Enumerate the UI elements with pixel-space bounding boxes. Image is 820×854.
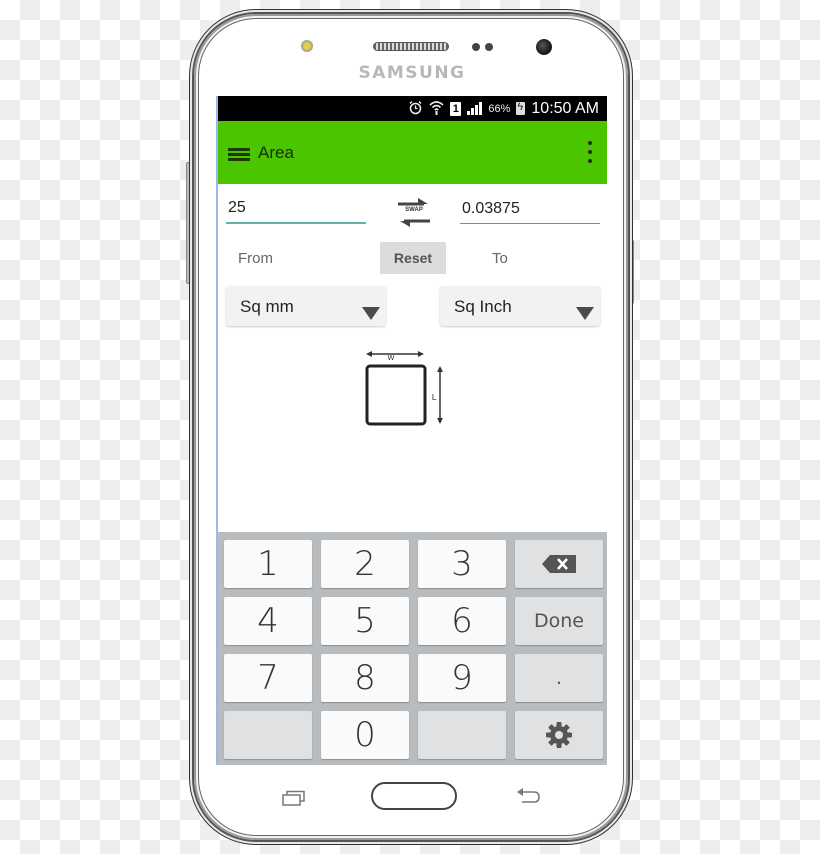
menu-icon[interactable] — [228, 148, 250, 161]
dropdown-arrow-icon — [362, 307, 380, 320]
to-unit-value: Sq Inch — [454, 297, 512, 316]
key-5[interactable]: 5 — [321, 597, 409, 645]
flash-icon — [301, 40, 313, 52]
key-4[interactable]: 4 — [224, 597, 312, 645]
recent-apps-icon — [282, 790, 305, 806]
light-sensor — [485, 43, 493, 51]
key-1[interactable]: 1 — [224, 540, 312, 588]
app-bar: Area — [218, 121, 607, 184]
key-7[interactable]: 7 — [224, 654, 312, 702]
key-6[interactable]: 6 — [418, 597, 506, 645]
numeric-keypad: 1 2 3 4 5 6 Done 7 8 9 . 0 — [218, 532, 607, 765]
overflow-menu-icon[interactable] — [583, 141, 597, 163]
to-label: To — [492, 250, 508, 267]
home-button[interactable] — [371, 782, 457, 810]
swap-label: SWAP — [405, 207, 423, 213]
recent-apps-button[interactable] — [282, 790, 306, 806]
front-camera-icon — [536, 39, 552, 55]
signal-icon — [467, 102, 483, 115]
dropdown-arrow-icon — [576, 307, 594, 320]
brand-logo: SAMSUNG — [358, 63, 466, 83]
key-3[interactable]: 3 — [418, 540, 506, 588]
reset-button[interactable]: Reset — [380, 242, 446, 274]
backspace-key[interactable] — [515, 540, 603, 588]
to-unit-dropdown[interactable]: Sq Inch — [440, 286, 600, 326]
clock: 10:50 AM — [531, 99, 599, 117]
earpiece-speaker — [373, 42, 449, 51]
from-label: From — [238, 250, 273, 267]
power-button[interactable] — [628, 240, 634, 304]
back-button[interactable] — [516, 787, 542, 807]
from-unit-dropdown[interactable]: Sq mm — [226, 286, 386, 326]
blank-key[interactable] — [224, 711, 312, 759]
wifi-icon — [429, 100, 444, 117]
done-key[interactable]: Done — [515, 597, 603, 645]
from-value-input[interactable] — [226, 194, 366, 224]
sim-icon: 1 — [450, 101, 462, 116]
key-8[interactable]: 8 — [321, 654, 409, 702]
blank-key[interactable] — [418, 711, 506, 759]
page-title: Area — [258, 143, 294, 162]
length-label: L — [432, 393, 437, 402]
from-unit-value: Sq mm — [240, 297, 294, 316]
status-bar: 1 66% 10:50 AM — [218, 96, 607, 121]
screen: 1 66% 10:50 AM Area SWAP From Reset To S… — [216, 96, 607, 765]
key-2[interactable]: 2 — [321, 540, 409, 588]
decimal-key[interactable]: . — [515, 654, 603, 702]
key-0[interactable]: 0 — [321, 711, 409, 759]
back-icon — [517, 788, 540, 803]
key-9[interactable]: 9 — [418, 654, 506, 702]
swap-button[interactable]: SWAP — [394, 196, 434, 228]
to-value-output[interactable] — [460, 194, 600, 224]
gear-icon — [546, 722, 572, 748]
width-label: W — [388, 354, 395, 362]
backspace-icon — [542, 555, 576, 573]
battery-icon — [516, 101, 526, 115]
volume-button[interactable] — [186, 162, 192, 284]
settings-key[interactable] — [515, 711, 603, 759]
battery-percent: 66% — [488, 102, 511, 115]
proximity-sensor — [472, 43, 480, 51]
area-diagram-icon: W L — [365, 351, 443, 426]
alarm-icon — [408, 100, 423, 117]
